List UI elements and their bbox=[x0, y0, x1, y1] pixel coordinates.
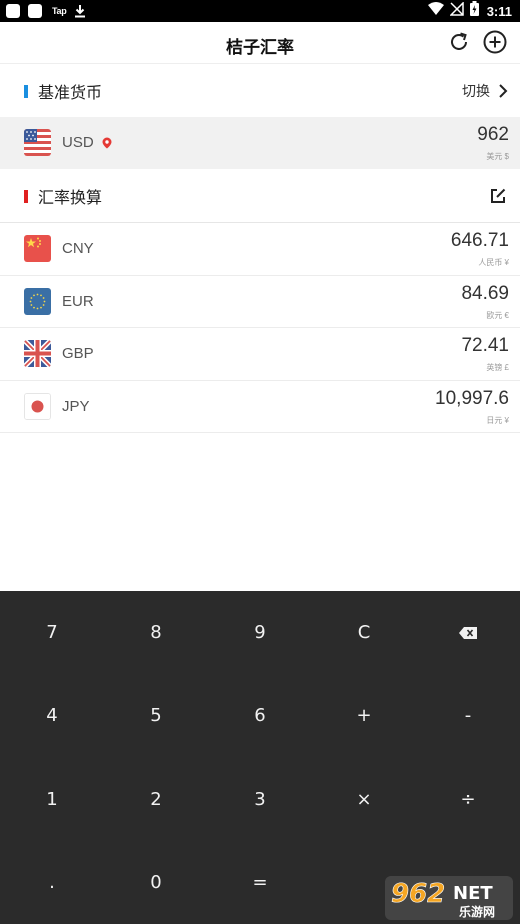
cn-flag-icon bbox=[24, 235, 51, 262]
currency-row-gbp[interactable]: GBP 72.41 英镑 £ bbox=[0, 328, 520, 381]
currency-code: CNY bbox=[62, 240, 94, 257]
section-accent-bar bbox=[24, 84, 28, 98]
key-minus[interactable]: - bbox=[416, 674, 520, 757]
base-currency-header: 基准货币 切换 bbox=[0, 65, 520, 117]
key-multiply[interactable]: × bbox=[312, 758, 416, 841]
chevron-right-icon bbox=[499, 84, 508, 98]
edit-button[interactable] bbox=[488, 186, 508, 206]
currency-code: GBP bbox=[62, 345, 94, 362]
key-plus[interactable]: + bbox=[312, 674, 416, 757]
us-flag-icon bbox=[24, 129, 51, 156]
currency-code: EUR bbox=[62, 292, 94, 310]
currency-unit: 日元 ¥ bbox=[486, 415, 509, 425]
key-equals[interactable]: = bbox=[208, 841, 312, 924]
key-1[interactable]: 1 bbox=[0, 758, 104, 841]
key-2[interactable]: 2 bbox=[104, 758, 208, 841]
app-bar: 桔子汇率 bbox=[0, 22, 520, 64]
backspace-icon bbox=[459, 626, 477, 639]
wifi-icon bbox=[427, 2, 444, 20]
currency-amount: 10,997.6 bbox=[435, 387, 509, 409]
currency-code: JPY bbox=[62, 397, 90, 415]
key-7[interactable]: 7 bbox=[0, 591, 104, 674]
add-button[interactable] bbox=[482, 29, 508, 55]
currency-amount: 962 bbox=[477, 124, 509, 145]
refresh-icon bbox=[451, 32, 467, 50]
gb-flag-icon bbox=[24, 340, 51, 367]
section-accent-bar bbox=[24, 189, 28, 203]
key-6[interactable]: 6 bbox=[208, 674, 312, 757]
app-square-icon bbox=[28, 4, 42, 18]
key-8[interactable]: 8 bbox=[104, 591, 208, 674]
key-empty bbox=[312, 841, 416, 924]
switch-label: 切换 bbox=[462, 83, 490, 99]
key-clear[interactable]: C bbox=[312, 591, 416, 674]
rate-list: CNY 646.71 人民币 ¥ EUR 84.69 欧元 € GBP 72.4… bbox=[0, 222, 520, 433]
tap-label: Tap bbox=[52, 6, 67, 16]
download-icon bbox=[74, 4, 86, 18]
currency-amount: 84.69 bbox=[461, 282, 509, 304]
section-title: 汇率换算 bbox=[38, 190, 103, 207]
keypad: 7 8 9 C 4 5 6 + - 1 2 3 × ÷ . 0 = bbox=[0, 591, 520, 924]
key-dot[interactable]: . bbox=[0, 841, 104, 924]
key-empty bbox=[416, 841, 520, 924]
jp-flag-icon bbox=[24, 392, 51, 420]
battery-icon bbox=[469, 1, 479, 21]
currency-unit: 美元 $ bbox=[486, 152, 509, 161]
location-pin-icon bbox=[101, 136, 113, 149]
key-9[interactable]: 9 bbox=[208, 591, 312, 674]
status-bar: Tap 3:11 bbox=[0, 0, 520, 22]
base-currency-row[interactable]: USD 962 美元 $ bbox=[0, 117, 520, 169]
currency-unit: 英镑 £ bbox=[486, 363, 509, 372]
key-4[interactable]: 4 bbox=[0, 674, 104, 757]
currency-code: USD bbox=[62, 134, 94, 151]
rates-header: 汇率换算 bbox=[0, 170, 520, 222]
section-title: 基准货币 bbox=[38, 85, 103, 102]
currency-row-cny[interactable]: CNY 646.71 人民币 ¥ bbox=[0, 223, 520, 276]
key-5[interactable]: 5 bbox=[104, 674, 208, 757]
currency-unit: 欧元 € bbox=[486, 310, 509, 320]
currency-row-jpy[interactable]: JPY 10,997.6 日元 ¥ bbox=[0, 380, 520, 433]
key-divide[interactable]: ÷ bbox=[416, 758, 520, 841]
key-3[interactable]: 3 bbox=[208, 758, 312, 841]
switch-button[interactable]: 切换 bbox=[462, 65, 508, 117]
no-signal-icon bbox=[448, 0, 464, 21]
eu-flag-icon bbox=[24, 287, 51, 315]
currency-amount: 72.41 bbox=[461, 335, 509, 356]
currency-row-eur[interactable]: EUR 84.69 欧元 € bbox=[0, 275, 520, 328]
edit-icon bbox=[491, 188, 506, 203]
refresh-button[interactable] bbox=[447, 30, 471, 54]
app-square-icon bbox=[6, 4, 20, 18]
currency-amount: 646.71 bbox=[450, 230, 509, 251]
currency-unit: 人民币 ¥ bbox=[478, 258, 509, 267]
add-circle-icon bbox=[483, 30, 507, 54]
backspace-key[interactable] bbox=[416, 591, 520, 674]
page-title: 桔子汇率 bbox=[226, 38, 294, 57]
key-0[interactable]: 0 bbox=[104, 841, 208, 924]
status-time: 3:11 bbox=[486, 3, 512, 19]
